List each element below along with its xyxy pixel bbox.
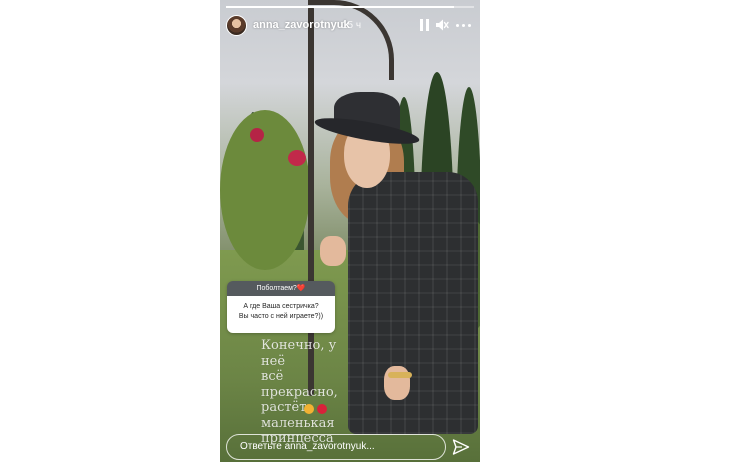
garden-arch	[308, 0, 394, 80]
sticker-question: А где Ваша сестричка? Вы часто с ней игр…	[227, 296, 335, 333]
story-viewer[interactable]: anna_zavorotnyuk 15 ч Поболтаем?❤️ А где…	[220, 0, 480, 462]
avatar[interactable]	[226, 15, 247, 36]
rose	[288, 150, 306, 166]
story-progress-bar	[226, 6, 474, 8]
smiling-face-icon	[304, 404, 314, 414]
rose-bush	[220, 110, 310, 270]
sticker-question-line: Вы часто с ней играете?))	[238, 313, 324, 320]
hand	[320, 236, 346, 266]
caption-line: всё прекрасно,	[261, 369, 338, 400]
heart-icon	[317, 404, 327, 414]
send-icon[interactable]	[452, 438, 470, 456]
caption-line: маленькая	[261, 415, 335, 431]
question-sticker: Поболтаем?❤️ А где Ваша сестричка? Вы ча…	[227, 281, 335, 333]
coat-pattern	[348, 172, 478, 434]
sticker-question-line: А где Ваша сестричка?	[243, 303, 319, 310]
bracelet	[388, 372, 412, 378]
reply-placeholder: Ответьте anna_zavorotnyuk...	[240, 441, 375, 452]
handwritten-caption: Конечно, у неё всё прекрасно, растёт мал…	[261, 338, 361, 447]
sticker-title: Поболтаем?❤️	[227, 281, 335, 296]
pause-icon[interactable]	[420, 19, 430, 31]
more-icon[interactable]	[455, 19, 473, 31]
rose	[250, 128, 264, 142]
story-progress-fill	[226, 6, 455, 8]
post-time: 15 ч	[342, 20, 362, 31]
caption-line: Конечно, у неё	[261, 338, 337, 369]
username[interactable]: anna_zavorotnyuk	[253, 19, 350, 31]
reply-input[interactable]: Ответьте anna_zavorotnyuk...	[226, 434, 446, 460]
mute-icon[interactable]	[435, 18, 449, 32]
